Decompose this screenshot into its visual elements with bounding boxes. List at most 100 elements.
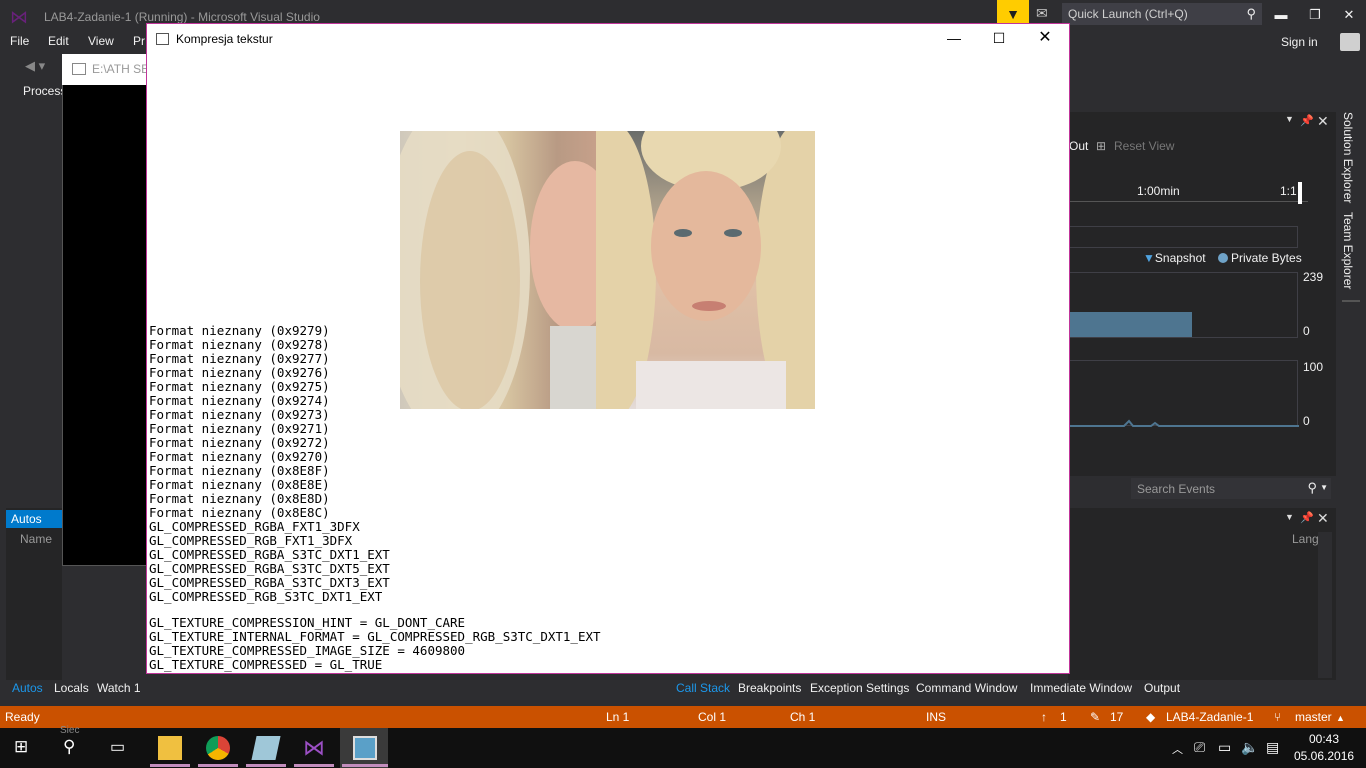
app-maximize-button[interactable]: ☐ xyxy=(984,27,1014,49)
action-center-icon[interactable]: ▤ xyxy=(1266,739,1279,756)
pin-icon[interactable]: 📌 xyxy=(1300,114,1314,127)
feedback-icon[interactable]: ✉ xyxy=(1036,5,1048,22)
panel-dropdown-icon[interactable]: ▼ xyxy=(1285,512,1294,522)
console-window[interactable] xyxy=(62,54,148,566)
format-line: Format nieznany (0x9278) xyxy=(149,337,330,352)
format-line: Format nieznany (0x8E8E) xyxy=(149,477,330,492)
app-close-button[interactable]: ✕ xyxy=(1030,27,1060,49)
timeline-cursor[interactable] xyxy=(1298,182,1302,204)
volume-icon[interactable]: 🔈 xyxy=(1241,739,1258,756)
vs-close-button[interactable]: ✕ xyxy=(1334,4,1364,26)
reset-view-button[interactable]: Reset View xyxy=(1114,139,1174,153)
menu-file[interactable]: File xyxy=(10,34,29,48)
console-app-icon[interactable] xyxy=(353,736,377,760)
sign-in-link[interactable]: Sign in xyxy=(1281,35,1318,49)
autos-panel-title[interactable]: Autos xyxy=(6,510,62,528)
tab-team-explorer[interactable]: Team Explorer xyxy=(1341,212,1355,289)
chevron-up-icon[interactable]: ▲ xyxy=(1336,713,1345,723)
timeline-ruler[interactable] xyxy=(1068,180,1308,202)
tab-autos[interactable]: Autos xyxy=(12,681,43,695)
column-header-name[interactable]: Name xyxy=(20,532,52,546)
timeline-tick: 1:00min xyxy=(1137,184,1180,198)
menu-project[interactable]: Pr xyxy=(133,34,145,48)
tab-watch-1[interactable]: Watch 1 xyxy=(97,681,141,695)
quick-launch-input[interactable]: Quick Launch (Ctrl+Q) ⚲ xyxy=(1062,3,1262,25)
network-icon[interactable]: ⎚ xyxy=(1194,739,1205,756)
format-line: Format nieznany (0x9276) xyxy=(149,365,330,380)
format-line: GL_COMPRESSED_RGBA_S3TC_DXT3_EXT xyxy=(149,575,390,590)
tab-output[interactable]: Output xyxy=(1144,681,1180,695)
search-events-input[interactable]: Search Events ⚲ ▼ xyxy=(1131,478,1331,499)
process-label: Process xyxy=(23,84,67,98)
notepad-icon[interactable] xyxy=(251,736,281,760)
format-line: Format nieznany (0x8E8F) xyxy=(149,463,330,478)
format-line: Format nieznany (0x9271) xyxy=(149,421,330,436)
garment-shape xyxy=(636,361,786,409)
search-icon: ⚲ xyxy=(1246,6,1256,21)
search-icon[interactable]: ⚲ xyxy=(63,737,75,757)
tab-command-window[interactable]: Command Window xyxy=(916,681,1017,695)
account-icon[interactable] xyxy=(1340,33,1360,51)
console-titlebar[interactable]: E:\ATH SE xyxy=(62,54,149,85)
chevron-up-icon[interactable]: ︿ xyxy=(1172,741,1183,757)
chevron-down-icon[interactable]: ▼ xyxy=(1320,483,1328,492)
arrow-up-icon[interactable]: ↑ xyxy=(1041,710,1047,724)
status-bar xyxy=(0,706,1366,728)
scrollbar[interactable] xyxy=(1318,532,1332,678)
clock-time[interactable]: 00:43 xyxy=(1294,732,1354,746)
battery-icon[interactable]: ▭ xyxy=(1218,739,1231,756)
panel-dropdown-icon[interactable]: ▼ xyxy=(1285,114,1294,124)
hidden-window-label: Siec xyxy=(60,725,80,736)
menu-view[interactable]: View xyxy=(88,34,114,48)
texture-info: GL_TEXTURE_COMPRESSION_HINT = GL_DONT_CA… xyxy=(149,616,601,672)
tab-immediate-window[interactable]: Immediate Window xyxy=(1030,681,1132,695)
format-line: GL_COMPRESSED_RGBA_FXT1_3DFX xyxy=(149,519,360,534)
running-indicator xyxy=(342,764,388,767)
status-unpushed-count[interactable]: 1 xyxy=(1060,710,1067,724)
timeline-tick: 1:1 xyxy=(1280,184,1297,198)
memory-axis-max: 239 xyxy=(1303,270,1324,284)
chrome-icon[interactable] xyxy=(206,736,230,760)
clock-date[interactable]: 05.06.2016 xyxy=(1294,749,1354,763)
info-line: GL_TEXTURE_COMPRESSED = GL_TRUE xyxy=(149,657,383,672)
reset-view-icon: ⊞ xyxy=(1096,139,1107,153)
close-icon[interactable]: ✕ xyxy=(1317,113,1329,130)
repository-icon[interactable]: ◆ xyxy=(1146,710,1155,724)
status-char: Ch 1 xyxy=(790,710,816,724)
tab-breakpoints[interactable]: Breakpoints xyxy=(738,681,801,695)
file-explorer-icon[interactable] xyxy=(158,736,182,760)
vs-window-title: LAB4-Zadanie-1 (Running) - Microsoft Vis… xyxy=(44,10,320,24)
visual-studio-icon[interactable]: ⋈ xyxy=(302,736,326,760)
tab-call-stack[interactable]: Call Stack xyxy=(676,681,730,695)
pin-icon[interactable]: 📌 xyxy=(1300,511,1314,524)
pencil-icon[interactable]: ✎ xyxy=(1090,710,1100,724)
status-project[interactable]: LAB4-Zadanie-1 xyxy=(1166,710,1253,724)
running-indicator xyxy=(198,764,238,767)
tab-locals[interactable]: Locals xyxy=(54,681,89,695)
tab-solution-explorer[interactable]: Solution Explorer xyxy=(1341,112,1355,203)
cpu-chart xyxy=(1068,360,1299,427)
close-icon[interactable]: ✕ xyxy=(1317,510,1329,527)
status-changes-count[interactable]: 17 xyxy=(1110,710,1123,724)
info-line: GL_TEXTURE_INTERNAL_FORMAT = GL_COMPRESS… xyxy=(149,629,601,644)
format-line: Format nieznany (0x9275) xyxy=(149,379,330,394)
vs-minimize-button[interactable]: ▬ xyxy=(1266,4,1296,26)
texture-image-front xyxy=(596,131,815,409)
format-line: Format nieznany (0x8E8C) xyxy=(149,505,330,520)
info-line: GL_TEXTURE_COMPRESSED_IMAGE_SIZE = 46098… xyxy=(149,643,466,658)
back-arrow-icon[interactable]: ◀ ▾ xyxy=(25,58,45,74)
status-ready: Ready xyxy=(5,710,40,724)
column-header-language[interactable]: Lang xyxy=(1292,532,1319,546)
status-branch[interactable]: master xyxy=(1295,710,1332,724)
app-window-icon xyxy=(156,33,169,45)
visual-studio-logo-icon: ⋈ xyxy=(10,7,28,27)
cpu-axis-min: 0 xyxy=(1303,414,1310,428)
vs-restore-button[interactable]: ❐ xyxy=(1300,4,1330,26)
zoom-out-button[interactable]: Out xyxy=(1069,139,1088,153)
task-view-icon[interactable]: ▭ xyxy=(110,737,125,757)
tab-exception-settings[interactable]: Exception Settings xyxy=(810,681,909,695)
app-minimize-button[interactable]: — xyxy=(939,27,969,49)
menu-edit[interactable]: Edit xyxy=(48,34,69,48)
windows-start-icon[interactable]: ⊞ xyxy=(14,737,28,757)
branch-icon[interactable]: ⑂ xyxy=(1274,710,1281,724)
